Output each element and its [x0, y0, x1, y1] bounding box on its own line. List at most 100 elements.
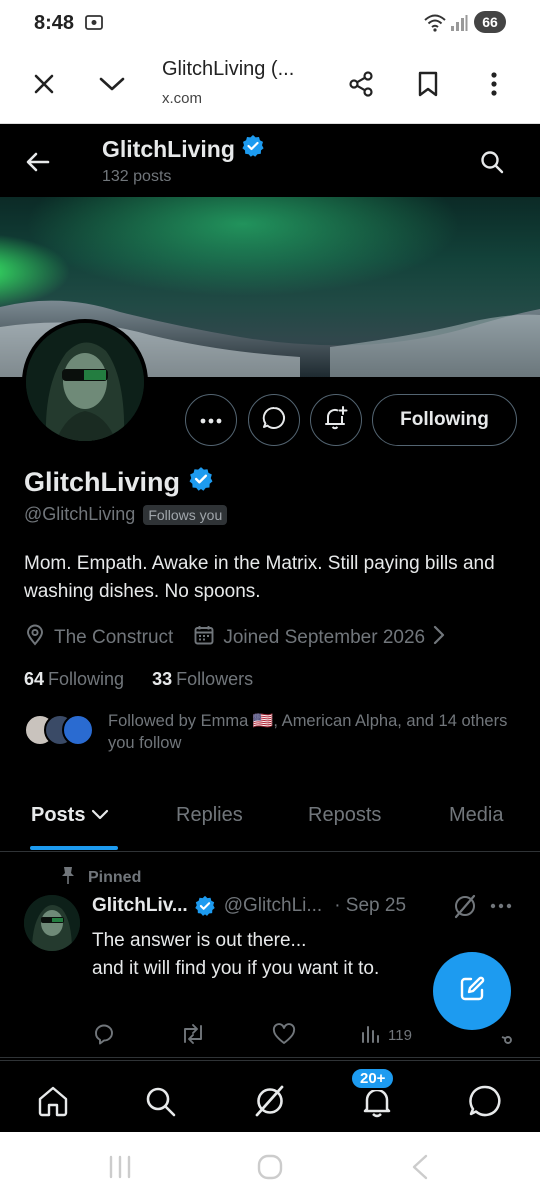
notification-subscribe-button[interactable] — [310, 394, 362, 446]
profile-tabs: Posts Replies Reposts Media — [0, 784, 540, 852]
pin-icon — [58, 865, 78, 890]
browser-page-url: x.com — [162, 90, 203, 107]
active-tab-indicator — [30, 846, 118, 850]
following-count: 64 — [24, 669, 45, 689]
compose-button[interactable] — [433, 952, 511, 1030]
following-label: Following — [48, 669, 125, 689]
location-item: The Construct — [24, 624, 173, 652]
followers-count: 33 — [152, 669, 173, 689]
tweet-author-name[interactable]: GlitchLiv... — [92, 895, 188, 917]
followers-stat[interactable]: 33 Followers — [152, 669, 253, 690]
chevron-right-icon — [433, 625, 445, 651]
header-name-text: GlitchLiving — [102, 135, 235, 162]
views-icon — [360, 1023, 382, 1047]
share-icon[interactable] — [339, 62, 383, 106]
tweet-text-line: The answer is out there... — [92, 930, 307, 951]
profile-avatar[interactable] — [22, 319, 148, 445]
pinned-indicator: Pinned — [58, 865, 141, 890]
verified-badge-icon — [241, 134, 265, 164]
status-bar: 8:48 66 — [0, 0, 540, 46]
profile-handle: @GlitchLiving — [24, 504, 136, 524]
joined-item[interactable]: Joined September 2026 — [193, 624, 445, 652]
back-icon[interactable] — [400, 1152, 440, 1182]
grok-icon[interactable] — [248, 1079, 292, 1123]
followers-label: Followers — [176, 669, 254, 689]
repost-button[interactable] — [180, 1023, 206, 1049]
tab-posts-label: Posts — [31, 804, 86, 826]
bottom-navigation: 20+ — [0, 1060, 540, 1132]
handle-row: @GlitchLiving Follows you — [24, 504, 228, 525]
close-icon[interactable] — [22, 62, 66, 106]
tab-reposts[interactable]: Reposts — [308, 804, 381, 827]
signal-icon — [450, 14, 468, 37]
tab-replies[interactable]: Replies — [176, 804, 243, 827]
reply-icon — [92, 1023, 116, 1049]
tweet-text-line: and it will find you if you want it to. — [92, 958, 380, 979]
followed-by[interactable]: Followed by Emma 🇺🇸, American Alpha, and… — [24, 710, 508, 754]
header-name: GlitchLiving — [102, 134, 265, 164]
recent-apps-icon[interactable] — [100, 1152, 140, 1182]
like-icon — [272, 1023, 296, 1049]
views-button[interactable]: 119 — [360, 1023, 412, 1047]
views-count: 119 — [388, 1026, 412, 1044]
profile-name-text: GlitchLiving — [24, 467, 181, 497]
tab-replies-label: Replies — [176, 804, 243, 826]
home-button-icon[interactable] — [250, 1152, 290, 1182]
avatar — [62, 714, 94, 746]
tweet-text: The answer is out there... and it will f… — [92, 927, 492, 983]
joined-text: Joined September 2026 — [223, 627, 426, 648]
search-icon[interactable] — [138, 1079, 182, 1123]
wifi-icon — [424, 14, 446, 37]
reply-button[interactable] — [92, 1023, 116, 1049]
screen-cast-icon — [84, 14, 104, 37]
follow-stats: 64 Following 33 Followers — [24, 669, 253, 690]
tab-media-label: Media — [449, 804, 504, 826]
repost-icon — [180, 1023, 206, 1049]
profile-meta: The Construct Joined September 2026 — [24, 624, 465, 652]
following-stat[interactable]: 64 Following — [24, 669, 124, 690]
browser-page-title: GlitchLiving (... — [162, 58, 295, 80]
more-options-button[interactable] — [185, 394, 237, 446]
browser-toolbar: GlitchLiving (... x.com — [0, 46, 540, 124]
message-icon — [262, 406, 286, 435]
more-vertical-icon[interactable] — [472, 62, 516, 106]
share-button[interactable] — [496, 1023, 514, 1051]
compose-icon — [457, 974, 487, 1009]
status-time: 8:48 — [34, 12, 75, 34]
tweet-header: GlitchLiv... @GlitchLi... · Sep 25 — [92, 895, 406, 917]
profile-name: GlitchLiving — [24, 466, 214, 499]
location-icon — [24, 624, 46, 652]
x-profile-page: GlitchLiving 132 posts Following GlitchL… — [0, 124, 540, 1132]
share-icon — [496, 1023, 514, 1051]
message-button[interactable] — [248, 394, 300, 446]
search-icon[interactable] — [470, 140, 514, 184]
more-horizontal-icon[interactable] — [490, 893, 512, 924]
bookmark-icon[interactable] — [406, 62, 450, 106]
like-button[interactable] — [272, 1023, 296, 1049]
profile-bio: Mom. Empath. Awake in the Matrix. Still … — [24, 553, 495, 602]
tab-reposts-label: Reposts — [308, 804, 382, 826]
tab-media[interactable]: Media — [449, 804, 503, 827]
follows-you-badge: Follows you — [143, 504, 228, 525]
tab-posts[interactable]: Posts — [31, 804, 109, 827]
calendar-icon — [193, 624, 215, 652]
profile-top-header: GlitchLiving 132 posts — [0, 124, 540, 197]
chevron-down-icon — [91, 804, 109, 827]
tweet-avatar[interactable] — [24, 895, 80, 951]
chevron-down-icon[interactable] — [90, 62, 134, 106]
verified-badge-icon[interactable] — [188, 466, 214, 499]
tweet-date[interactable]: · Sep 25 — [334, 895, 406, 917]
grok-icon[interactable] — [452, 893, 478, 924]
more-horizontal-icon — [200, 411, 222, 429]
battery-indicator: 66 — [474, 11, 506, 33]
verified-badge-icon — [194, 895, 216, 917]
following-button[interactable]: Following — [372, 394, 517, 446]
back-arrow-icon[interactable] — [16, 140, 60, 184]
mutual-avatars — [24, 714, 94, 748]
home-icon[interactable] — [31, 1079, 75, 1123]
notifications-badge: 20+ — [350, 1067, 396, 1090]
messages-icon[interactable] — [463, 1079, 507, 1123]
notification-add-icon — [323, 405, 349, 436]
followed-by-text: Followed by Emma 🇺🇸, American Alpha, and… — [108, 712, 508, 752]
tweet-author-handle: @GlitchLi... — [223, 895, 323, 916]
